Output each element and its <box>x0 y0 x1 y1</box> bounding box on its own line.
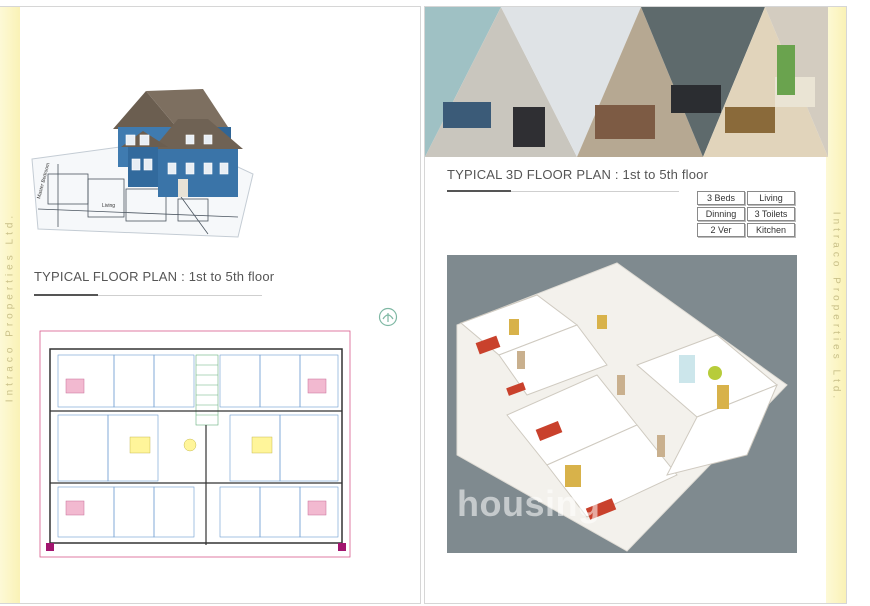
feature-badges: 3 Beds Living Dinning 3 Toilets 2 Ver Ki… <box>697 191 795 237</box>
floor-plan-3d-title-rule <box>447 190 679 192</box>
company-seal-icon <box>378 307 398 327</box>
interior-photo-collage <box>425 7 828 157</box>
feature-badge: 3 Toilets <box>747 207 795 221</box>
watermark-text: housing <box>457 483 601 524</box>
feature-badge: Kitchen <box>747 223 795 237</box>
right-page: Intraco Properties Ltd. TYPICAL 3D FLOOR… <box>424 6 847 604</box>
feature-badge: Dinning <box>697 207 745 221</box>
floor-plan-title-rule <box>34 294 262 296</box>
feature-badge: 2 Ver <box>697 223 745 237</box>
left-page: Intraco Properties Ltd. Master Bedroom L… <box>0 6 421 604</box>
feature-badge: 3 Beds <box>697 191 745 205</box>
left-side-strip: Intraco Properties Ltd. <box>0 7 20 603</box>
right-side-strip: Intraco Properties Ltd. <box>826 7 846 603</box>
floor-plan-title: TYPICAL FLOOR PLAN : 1st to 5th floor <box>34 269 275 284</box>
house-illustration: Master Bedroom Living <box>31 89 254 238</box>
floor-plan-drawing <box>39 330 351 558</box>
feature-badge: Living <box>747 191 795 205</box>
right-side-text: Intraco Properties Ltd. <box>830 211 842 403</box>
svg-text:Living: Living <box>102 203 115 209</box>
left-side-text: Intraco Properties Ltd. <box>4 211 16 403</box>
floor-plan-3d-title: TYPICAL 3D FLOOR PLAN : 1st to 5th floor <box>447 167 709 182</box>
floor-plan-3d-render: housing <box>447 255 797 553</box>
